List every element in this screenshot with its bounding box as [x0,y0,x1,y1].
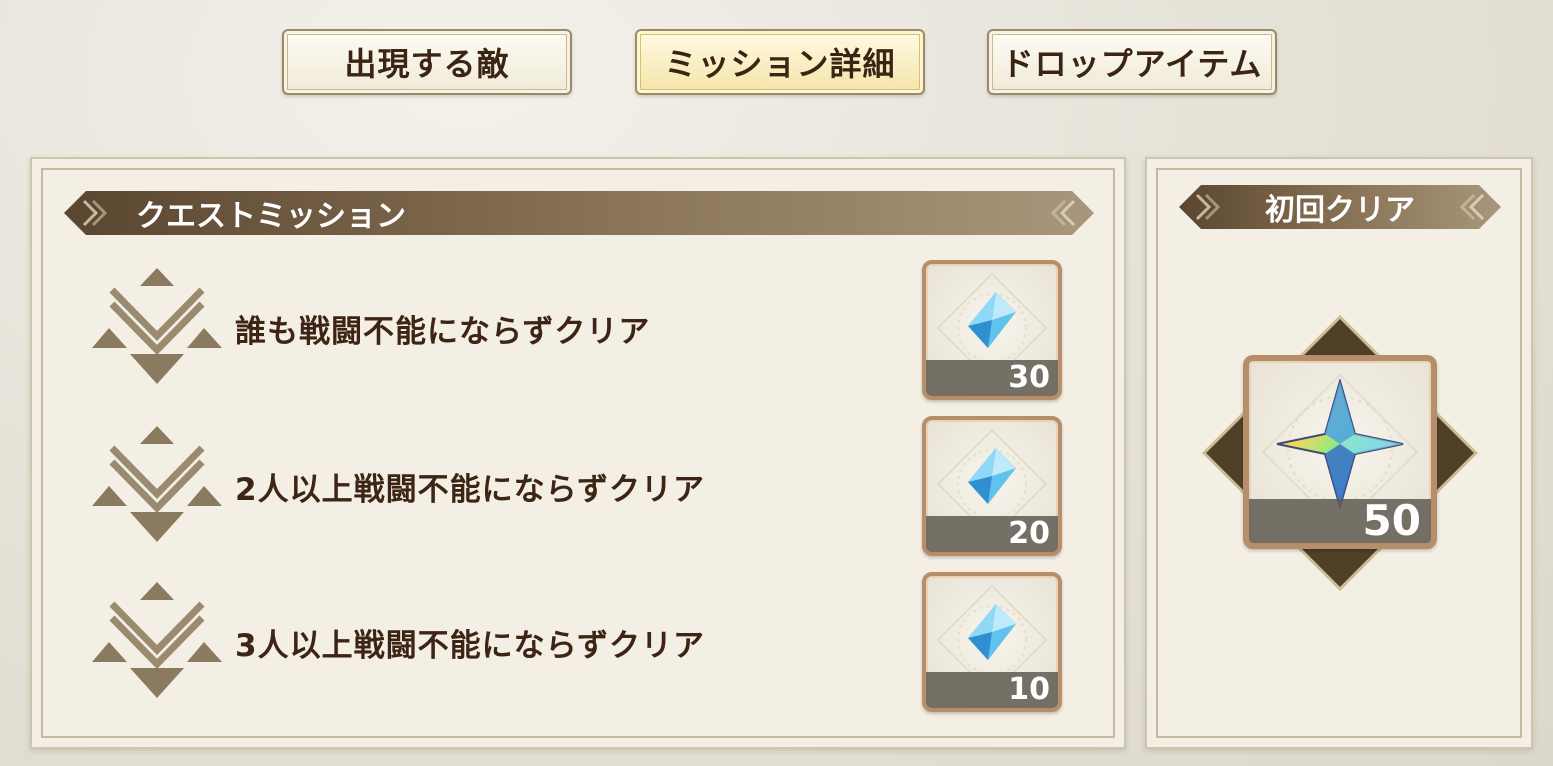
chevron-left-icon [1046,197,1078,229]
reward-quantity: 50 [1362,496,1421,545]
first-clear-reward[interactable]: 50 [1243,355,1437,549]
first-clear-header: 初回クリア [1179,185,1501,229]
crystal-icon [968,604,1016,660]
chevron-left-icon [1455,191,1487,223]
mission-row: 2人以上戦闘不能にならずクリア [92,424,962,554]
mission-text: 3人以上戦闘不能にならずクリア [235,628,705,664]
quest-mission-panel: クエストミッション 誰も戦闘不能にならずクリア 2人以上戦闘不能にならずクリア [30,157,1126,749]
mission-text: 2人以上戦闘不能にならずクリア [235,472,705,508]
chevron-right-icon [80,197,112,229]
first-clear-title: 初回クリア [1265,193,1415,228]
tab-drop-items[interactable]: ドロップアイテム [987,29,1277,95]
quest-mission-title: クエストミッション [136,199,406,234]
crystal-icon [968,448,1016,504]
rainbow-crystal-icon [1276,379,1404,509]
quest-mission-header: クエストミッション [64,191,1094,235]
reward-quantity: 20 [1008,516,1050,551]
tab-mission-details[interactable]: ミッション詳細 [635,29,925,95]
chevron-right-icon [1193,191,1225,223]
mission-row: 3人以上戦闘不能にならずクリア [92,580,962,710]
reward-item[interactable]: 10 [922,572,1062,712]
reward-quantity: 30 [1008,360,1050,395]
tab-enemies[interactable]: 出現する敵 [282,29,572,95]
rank-chevron-icon [92,582,222,698]
reward-item[interactable]: 30 [922,260,1062,400]
reward-quantity: 10 [1008,672,1050,707]
rank-chevron-icon [92,268,222,384]
mission-row: 誰も戦闘不能にならずクリア [92,266,962,396]
rank-chevron-icon [92,426,222,542]
crystal-icon [968,292,1016,348]
first-clear-panel: 初回クリア 50 [1145,157,1533,749]
reward-item[interactable]: 20 [922,416,1062,556]
mission-text: 誰も戦闘不能にならずクリア [235,314,651,350]
